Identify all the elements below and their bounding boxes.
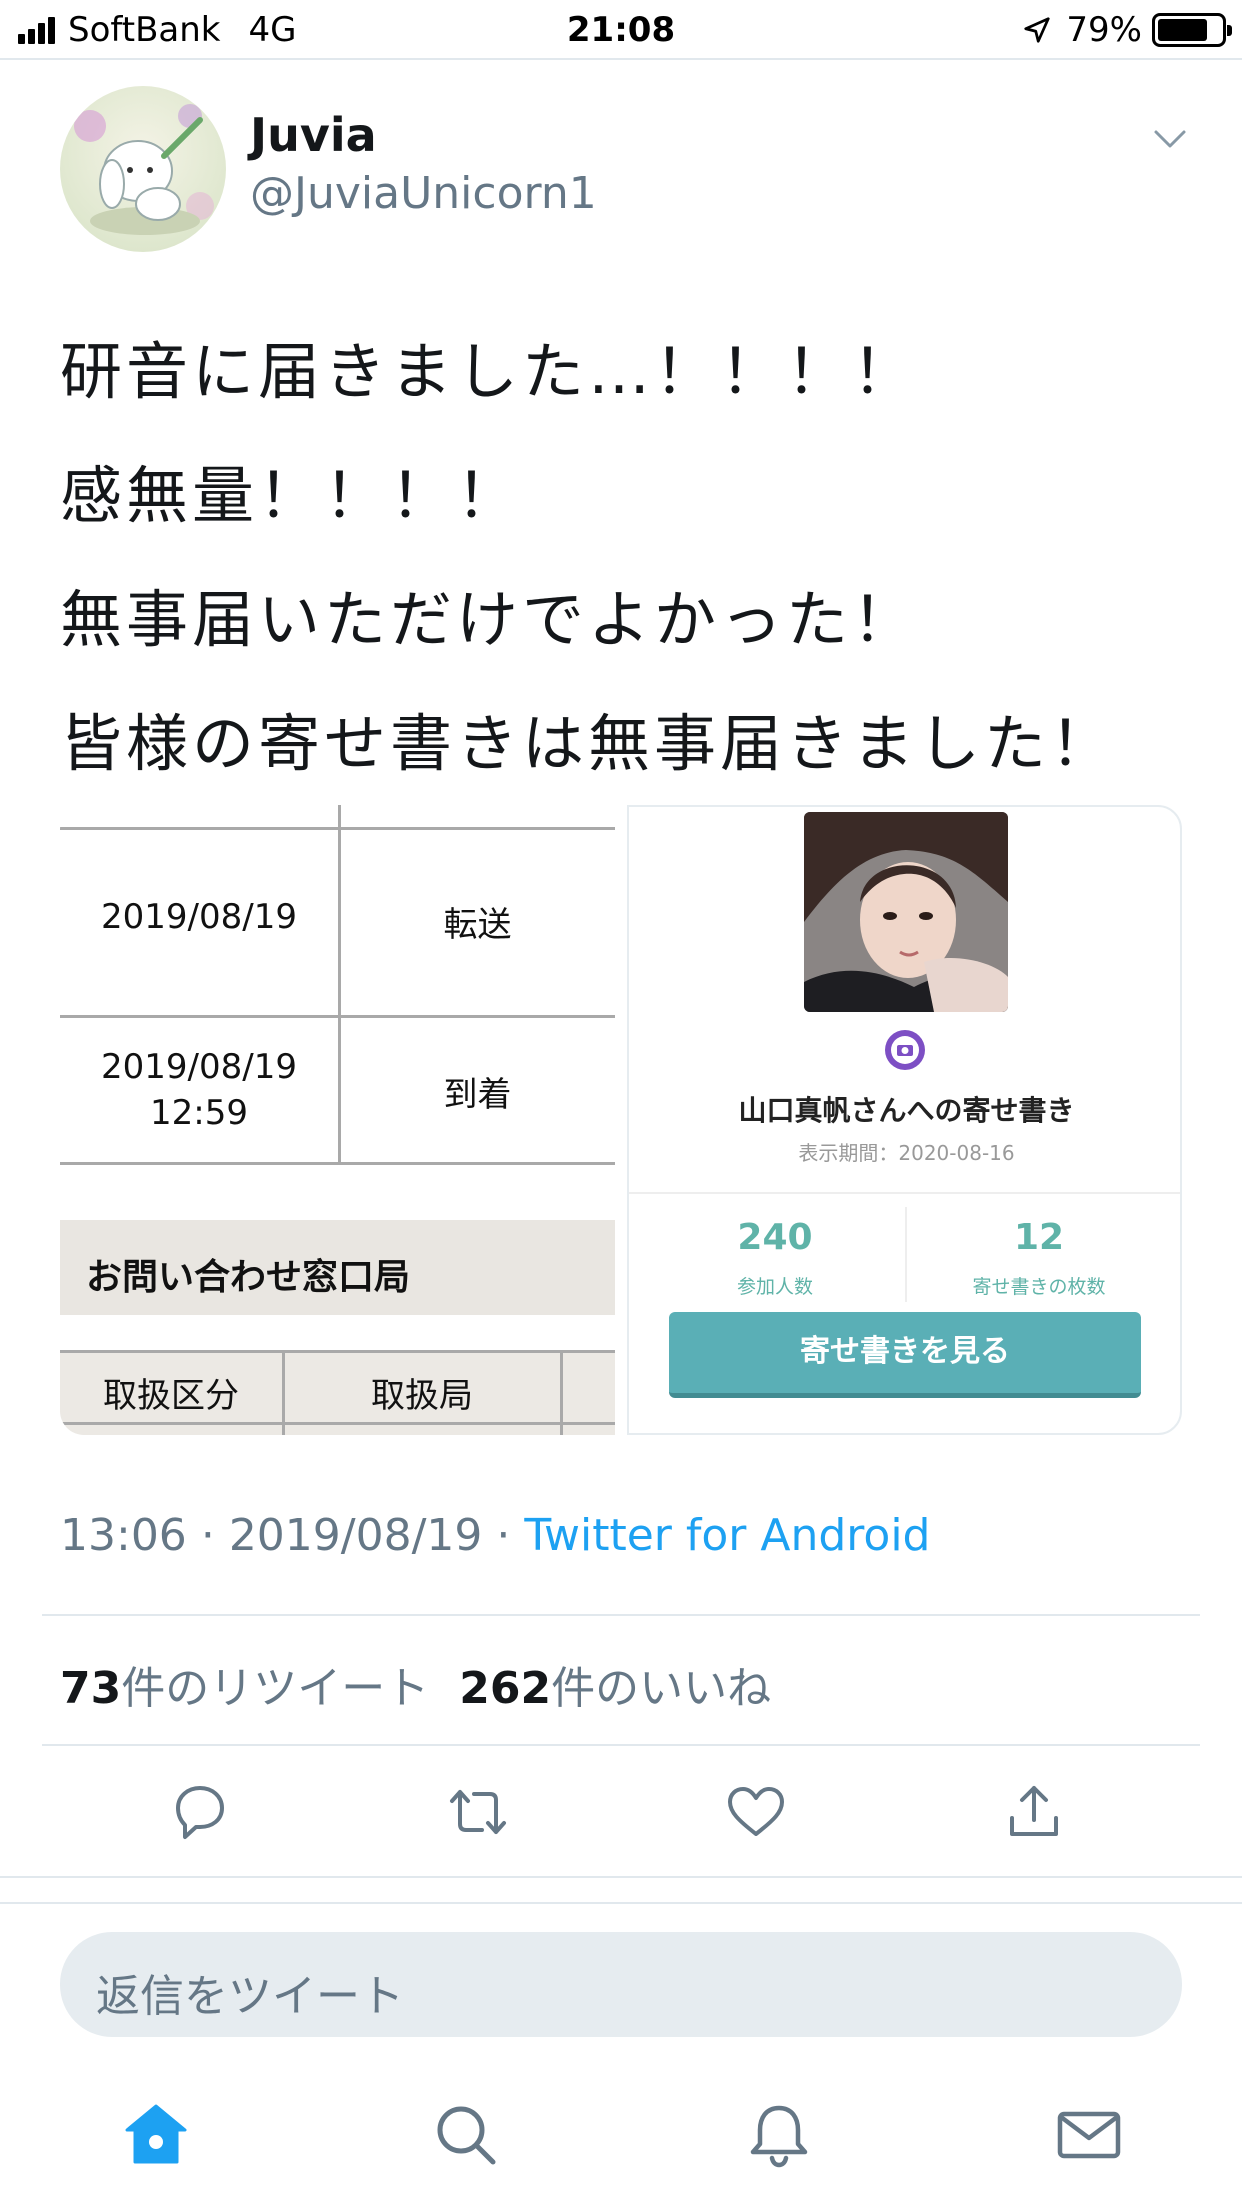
engagement-counts: 73件のリツイート 262件のいいね [60,1652,771,1716]
tracking-time: 12:59 [150,1093,248,1133]
location-arrow-icon [1024,17,1051,43]
meta-separator: · [496,1510,511,1561]
share-icon[interactable] [1002,1780,1066,1844]
divider [42,1614,1200,1616]
view-messages-button[interactable]: 寄せ書きを見る [669,1312,1141,1398]
tweet-line: 感無量！！！！ [60,459,523,532]
divider [0,1876,1242,1878]
stat-value: 12 [1013,1217,1065,1258]
stat-value: 240 [737,1217,813,1258]
tweet-time: 13:06 [60,1510,187,1561]
tracking-date: 2019/08/19 [101,897,297,937]
battery-icon [1152,13,1232,47]
battery-percent: 79% [1066,10,1142,50]
user-handle[interactable]: @JuviaUnicorn1 [250,168,597,219]
media-image-tracking[interactable]: 2019/08/19 転送 2019/08/19 12:59 到着 お問い合わせ… [60,805,615,1435]
reply-icon[interactable] [168,1780,232,1844]
action-bar [0,1780,1242,1850]
tracking-status: 転送 [443,905,512,945]
participants-stat: 240 参加人数 [645,1217,905,1299]
table-header-row: 取扱区分 取扱局 [60,1350,615,1435]
camera-icon [885,1030,925,1070]
tweet-text: 研音に届きました…！！！！ 感無量！！！！ 無事届いただけでよかった！ 皆様の寄… [60,310,1200,806]
search-icon[interactable] [431,2100,501,2170]
retweet-count[interactable]: 73件のリツイート [60,1663,429,1714]
status-right: 79% [1022,10,1232,50]
avatar[interactable] [60,86,226,252]
like-count[interactable]: 262件のいいね [459,1663,771,1714]
divider [42,1744,1200,1746]
stat-label: 参加人数 [736,1276,813,1298]
tweet-source-link[interactable]: Twitter for Android [524,1510,930,1561]
tweet-date: 2019/08/19 [228,1510,483,1561]
inquiry-section: お問い合わせ窓口局 [60,1220,615,1315]
bell-icon[interactable] [744,2100,814,2170]
meta-separator: · [200,1510,215,1561]
home-icon[interactable] [121,2100,191,2170]
inquiry-heading: お問い合わせ窓口局 [86,1257,411,1298]
table-header: 取扱局 [371,1376,473,1416]
tweet-line: 皆様の寄せ書きは無事届きました！ [60,707,1117,780]
retweet-icon[interactable] [446,1780,510,1844]
display-name[interactable]: Juvia [250,108,377,162]
tweet-line: 研音に届きました…！！！！ [60,335,919,408]
divider [0,1902,1242,1904]
table-header: 取扱区分 [103,1376,239,1416]
heart-icon[interactable] [724,1780,788,1844]
messages-stat: 12 寄せ書きの枚数 [909,1217,1169,1299]
display-period: 表示期間：2020-08-16 [798,1141,1015,1165]
tracking-status: 到着 [443,1075,512,1115]
media-image-message-board[interactable]: 山口真帆さんへの寄せ書き 表示期間：2020-08-16 240 参加人数 12… [627,805,1182,1435]
tweet-meta: 13:06 · 2019/08/19 · Twitter for Android [60,1510,930,1561]
tweet-line: 無事届いただけでよかった！ [60,583,919,656]
status-bar: SoftBank 4G 21:08 79% [0,0,1242,60]
tab-bar [0,2080,1242,2208]
portrait-photo [804,812,1008,1012]
chevron-down-icon[interactable] [1150,124,1190,154]
mail-icon[interactable] [1054,2100,1124,2170]
message-board-title: 山口真帆さんへの寄せ書き [738,1094,1075,1127]
stat-label: 寄せ書きの枚数 [972,1276,1106,1298]
reply-placeholder: 返信をツイート [96,1971,404,2022]
tracking-date: 2019/08/19 [101,1047,297,1087]
reply-input[interactable]: 返信をツイート [60,1932,1182,2037]
